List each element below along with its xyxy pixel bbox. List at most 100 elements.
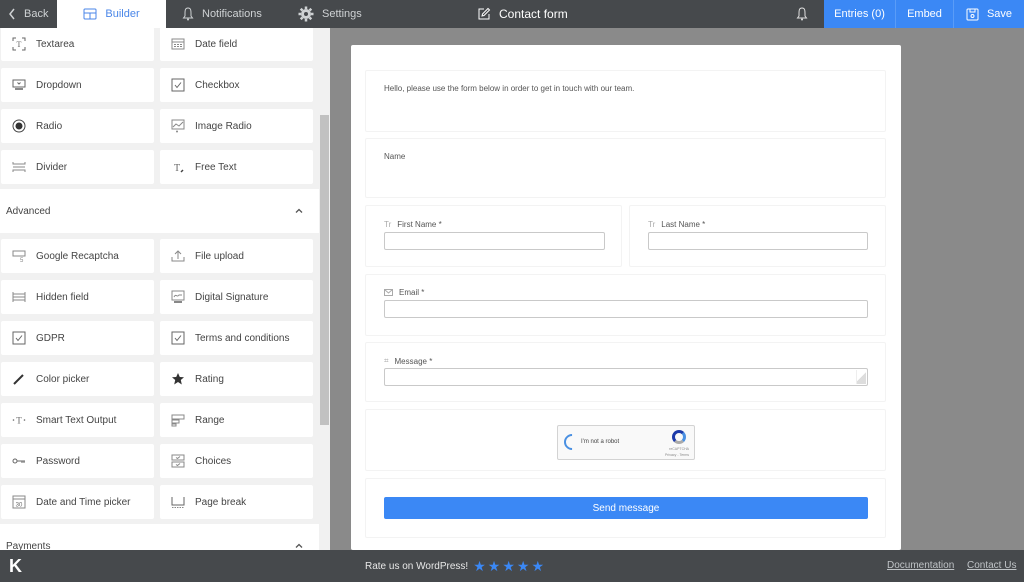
back-label: Back [24, 8, 49, 20]
field-label: Checkbox [195, 79, 240, 91]
field-label: GDPR [36, 332, 65, 344]
free-text-icon: T [171, 160, 185, 174]
field-label: Image Radio [195, 120, 252, 132]
save-icon [966, 8, 979, 21]
back-button[interactable]: Back [0, 0, 57, 28]
name-heading-block[interactable] [365, 138, 886, 198]
section-advanced[interactable]: Advanced [0, 189, 320, 233]
builder-label: Builder [105, 8, 140, 20]
field-free-text[interactable]: T Free Text [160, 150, 313, 184]
chevron-up-icon [294, 206, 304, 216]
page-break-icon [171, 495, 185, 509]
section-payments[interactable]: Payments [0, 524, 320, 550]
field-checkbox[interactable]: Checkbox [160, 68, 313, 102]
field-file-upload[interactable]: File upload [160, 239, 313, 273]
save-button[interactable]: Save [954, 0, 1024, 28]
checkbox-icon [12, 331, 26, 345]
field-recaptcha[interactable]: 5 Google Recaptcha [1, 239, 154, 273]
contact-us-link[interactable]: Contact Us [967, 560, 1016, 571]
footer: K Rate us on WordPress! ★ ★ ★ ★ ★ Documentat… [0, 550, 1024, 582]
rate-us: Rate us on WordPress! ★ ★ ★ ★ ★ [365, 559, 544, 573]
label-text: Message * [394, 356, 433, 366]
field-dropdown[interactable]: Dropdown [1, 68, 154, 102]
section-title: Advanced [6, 205, 51, 217]
tab-builder[interactable]: Builder [57, 0, 166, 28]
field-label: File upload [195, 250, 244, 262]
first-name-input[interactable] [384, 232, 605, 250]
key-icon [12, 454, 26, 468]
svg-text:5: 5 [20, 258, 24, 263]
star-icon[interactable]: ★ [502, 559, 515, 573]
field-radio[interactable]: Radio [1, 109, 154, 143]
rating-stars[interactable]: ★ ★ ★ ★ ★ [473, 559, 544, 573]
star-icon [171, 372, 185, 386]
field-choices[interactable]: Choices [160, 444, 313, 478]
field-label: Password [36, 455, 80, 467]
field-datetime[interactable]: 30 Date and Time picker [1, 485, 154, 519]
field-hidden[interactable]: Hidden field [1, 280, 154, 314]
recaptcha-links[interactable]: Privacy - Terms [665, 453, 689, 457]
sidebar-scrollbar-thumb[interactable] [320, 115, 329, 425]
field-label: Date field [195, 38, 238, 50]
field-label: Smart Text Output [36, 414, 117, 426]
star-icon[interactable]: ★ [517, 559, 530, 573]
embed-button[interactable]: Embed [896, 0, 954, 28]
label-text: Email * [399, 288, 425, 297]
field-gdpr[interactable]: GDPR [1, 321, 154, 355]
field-label: Hidden field [36, 291, 89, 303]
field-image-radio[interactable]: Image Radio [160, 109, 313, 143]
image-radio-icon [171, 119, 185, 133]
field-rating[interactable]: Rating [160, 362, 313, 396]
field-date[interactable]: Date field [160, 28, 313, 61]
last-name-input[interactable] [648, 232, 868, 250]
field-color-picker[interactable]: Color picker [1, 362, 154, 396]
calendar-icon [171, 37, 185, 51]
edit-icon [477, 7, 491, 21]
chevron-left-icon [8, 8, 16, 20]
field-terms[interactable]: Terms and conditions [160, 321, 313, 355]
free-text-block[interactable] [365, 70, 886, 132]
recaptcha-widget[interactable]: I'm not a robot reCAPTCHA Privacy - Term… [557, 425, 695, 460]
field-label: Digital Signature [195, 291, 269, 303]
form-title-text: Contact form [499, 7, 568, 21]
field-label: Date and Time picker [36, 496, 131, 508]
field-signature[interactable]: Digital Signature [160, 280, 313, 314]
recaptcha-brand: reCAPTCHA [669, 447, 689, 451]
star-icon[interactable]: ★ [473, 559, 486, 573]
field-textarea[interactable]: T Textarea [1, 28, 154, 61]
builder-icon [83, 8, 97, 20]
alerts-button[interactable] [796, 0, 808, 28]
field-page-break[interactable]: Page break [160, 485, 313, 519]
chevron-up-icon [294, 541, 304, 550]
envelope-icon [384, 289, 393, 296]
intro-text: Hello, please use the form below in orde… [384, 84, 635, 93]
last-name-label: Tr Last Name * [648, 220, 705, 229]
recaptcha-spinner-icon [560, 430, 584, 454]
star-icon[interactable]: ★ [531, 559, 544, 573]
smart-text-icon: T [12, 413, 26, 427]
send-message-button[interactable]: Send message [384, 497, 868, 519]
field-label: Textarea [36, 38, 75, 50]
documentation-link[interactable]: Documentation [887, 560, 954, 571]
field-divider[interactable]: Divider [1, 150, 154, 184]
svg-text:T: T [16, 416, 22, 426]
signature-icon [171, 290, 185, 304]
textarea-icon: T [12, 37, 26, 51]
field-range[interactable]: Range [160, 403, 313, 437]
entries-label: Entries (0) [834, 8, 885, 20]
recaptcha-text: I'm not a robot [581, 439, 620, 445]
resize-handle[interactable] [856, 370, 866, 384]
tab-settings[interactable]: Settings [298, 0, 362, 28]
tab-notifications[interactable]: Notifications [182, 0, 262, 28]
entries-button[interactable]: Entries (0) [824, 0, 896, 28]
svg-text:T: T [17, 40, 22, 49]
label-text: First Name * [397, 220, 442, 229]
email-input[interactable] [384, 300, 868, 318]
message-textarea[interactable] [384, 368, 868, 386]
field-label: Color picker [36, 373, 90, 385]
text-field-icon: Tr [648, 220, 656, 229]
star-icon[interactable]: ★ [488, 559, 501, 573]
field-password[interactable]: Password [1, 444, 154, 478]
form-title[interactable]: Contact form [477, 0, 568, 28]
field-smart-text[interactable]: T Smart Text Output [1, 403, 154, 437]
